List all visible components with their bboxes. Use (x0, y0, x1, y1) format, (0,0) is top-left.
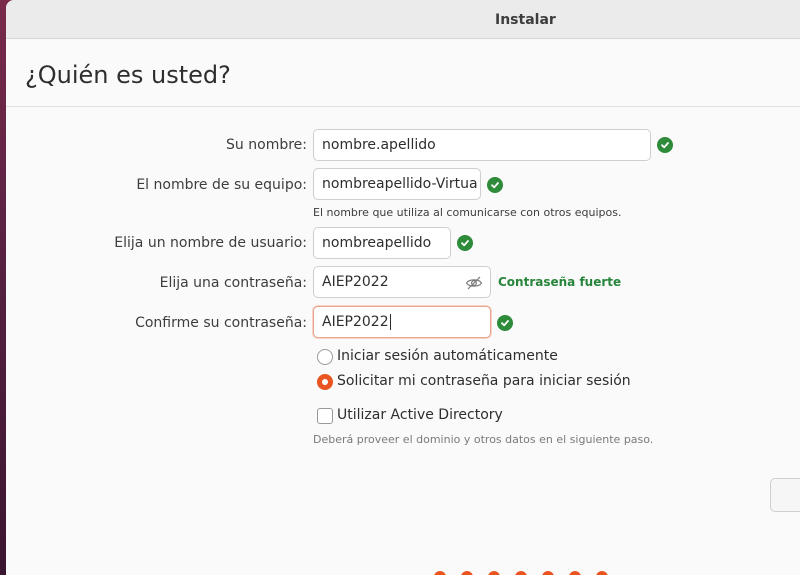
progress-dots (434, 571, 608, 575)
active-directory-label[interactable]: Utilizar Active Directory (337, 407, 503, 423)
computer-name-label: El nombre de su equipo: (136, 177, 307, 193)
require-password-label[interactable]: Solicitar mi contraseña para iniciar ses… (337, 373, 631, 389)
page-header: ¿Quién es usted? (6, 40, 800, 107)
check-circle-icon (657, 137, 673, 153)
computer-name-field[interactable]: nombreapellido-Virtua (313, 168, 481, 200)
active-directory-checkbox[interactable] (317, 408, 333, 424)
check-circle-icon (457, 235, 473, 251)
computer-name-hint: El nombre que utiliza al comunicarse con… (313, 206, 622, 219)
title-bar: Instalar (6, 0, 800, 39)
name-label: Su nombre: (226, 137, 307, 153)
check-circle-icon (497, 315, 513, 331)
text-caret (389, 314, 391, 330)
progress-dot (596, 571, 608, 575)
user-form: Su nombre: nombre.apellido El nombre de … (6, 108, 800, 575)
installer-window: Instalar ¿Quién es usted? Su nombre: nom… (6, 0, 800, 575)
auto-login-label[interactable]: Iniciar sesión automáticamente (337, 348, 558, 364)
progress-dot (461, 571, 473, 575)
eye-slash-icon[interactable] (465, 274, 483, 292)
progress-dot (515, 571, 527, 575)
username-label: Elija un nombre de usuario: (114, 235, 307, 251)
password-label: Elija una contraseña: (159, 275, 307, 291)
auto-login-radio[interactable] (317, 349, 333, 365)
confirm-password-field[interactable]: AIEP2022 (313, 306, 491, 338)
confirm-password-value: AIEP2022 (322, 314, 389, 330)
require-password-radio[interactable] (317, 374, 333, 390)
password-strength-label: Contraseña fuerte (498, 275, 622, 289)
name-field[interactable]: nombre.apellido (313, 129, 651, 161)
page-title: ¿Quién es usted? (25, 61, 231, 89)
window-title: Instalar (495, 12, 556, 28)
back-button[interactable] (770, 478, 800, 512)
username-field[interactable]: nombreapellido (313, 227, 451, 259)
progress-dot (542, 571, 554, 575)
check-circle-icon (487, 177, 503, 193)
confirm-password-label: Confirme su contraseña: (135, 315, 307, 331)
progress-dot (488, 571, 500, 575)
progress-dot (569, 571, 581, 575)
progress-dot (434, 571, 446, 575)
active-directory-hint: Deberá proveer el dominio y otros datos … (313, 433, 654, 446)
